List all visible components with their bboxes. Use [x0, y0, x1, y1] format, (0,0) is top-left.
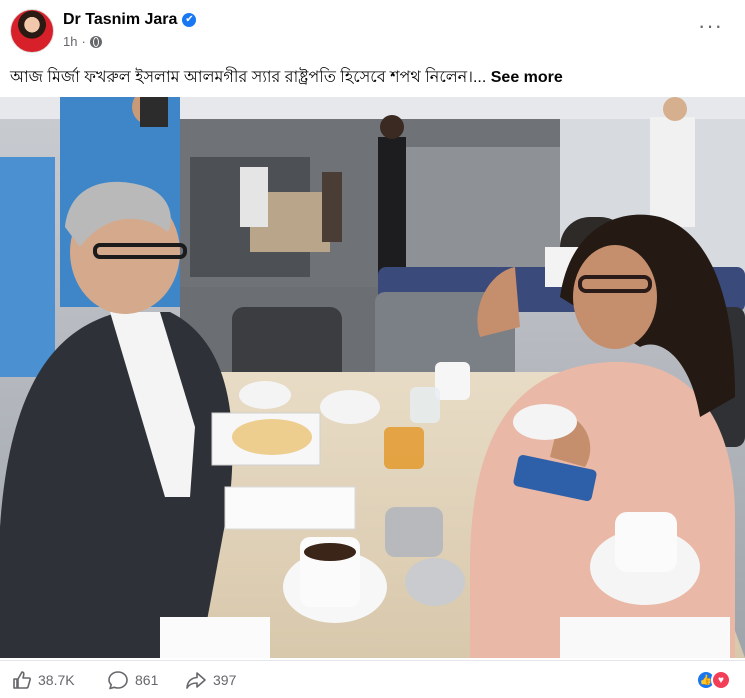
like-button[interactable]: 38.7K — [12, 670, 75, 690]
meta-separator: · — [81, 34, 86, 49]
reaction-summary[interactable]: 👍 ♥ — [696, 670, 731, 690]
author-avatar[interactable] — [10, 9, 54, 53]
share-button[interactable]: 397 — [185, 670, 236, 690]
post-timestamp[interactable]: 1h — [63, 34, 77, 49]
author-name-row: Dr Tasnim Jara ✔ — [63, 11, 197, 29]
post-meta: 1h · — [63, 34, 102, 49]
verified-badge-icon: ✔ — [182, 13, 197, 27]
post-actions-bar: 38.7K 861 397 👍 ♥ — [0, 660, 745, 698]
love-reaction-icon: ♥ — [711, 670, 731, 690]
comment-button[interactable]: 861 — [107, 670, 158, 690]
post-header: Dr Tasnim Jara ✔ 1h · ··· — [0, 0, 745, 58]
public-globe-icon — [89, 35, 102, 48]
see-more-link[interactable]: See more — [491, 69, 563, 86]
comment-count: 861 — [135, 672, 159, 688]
caption-text: আজ মির্জা ফখরুল ইসলাম আলমগীর স্যার রাষ্ট… — [10, 69, 487, 86]
share-count: 397 — [213, 672, 237, 688]
post-caption: আজ মির্জা ফখরুল ইসলাম আলমগীর স্যার রাষ্ট… — [10, 64, 563, 91]
share-arrow-icon — [186, 672, 206, 689]
author-name[interactable]: Dr Tasnim Jara — [63, 11, 177, 29]
restaurant-scene-image — [0, 97, 745, 658]
thumbs-up-icon — [13, 671, 31, 689]
like-count: 38.7K — [38, 672, 75, 688]
comment-icon — [108, 671, 128, 690]
post-photo[interactable] — [0, 97, 745, 658]
more-options-button[interactable]: ··· — [698, 15, 723, 37]
